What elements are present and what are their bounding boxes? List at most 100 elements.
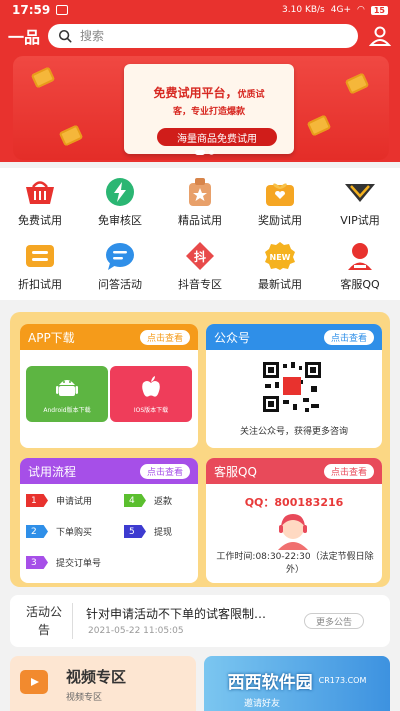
category-qa[interactable]: 问答活动 [80, 232, 160, 296]
battery-indicator: 15 [370, 5, 388, 15]
card-header: 试用流程 点击查看 [20, 458, 198, 484]
category-label: 免审核区 [98, 214, 142, 227]
process-step: 1 申请试用 [26, 494, 92, 507]
pagination-dot-active [195, 150, 205, 155]
category-premium[interactable]: 精品试用 [160, 168, 240, 232]
view-more-button[interactable]: 点击查看 [323, 463, 374, 479]
gift-icon [262, 176, 298, 208]
status-bar: 17:59 3.10 KB/s 4G+ ◠ 15 [0, 0, 400, 20]
category-free-trial[interactable]: 免费试用 [0, 168, 80, 232]
basket-icon [22, 176, 58, 208]
category-label: 奖励试用 [258, 214, 302, 227]
banner-title: 免费试用平台，优质试 [153, 86, 265, 100]
feature-panel: APP下载 点击查看 Android版本下载 IOS版本下载 公众号 点击查看 [10, 312, 390, 587]
status-indicators: 3.10 KB/s 4G+ ◠ 15 [282, 5, 388, 15]
category-reward[interactable]: 奖励试用 [240, 168, 320, 232]
announcement-bar: 活动公告 针对申请活动不下单的试客限制… 2021-05-22 11:05:05… [10, 595, 390, 647]
svg-text:抖: 抖 [194, 249, 206, 264]
android-label: Android版本下载 [43, 406, 91, 414]
category-grid: 免费试用 免审核区 精品试用 奖励试用 VIP试用 折扣试用 问答活动 抖 抖音… [0, 168, 400, 300]
process-step: 5 提现 [124, 525, 172, 538]
svg-text:NEW: NEW [270, 253, 291, 262]
category-label: 精品试用 [178, 214, 222, 227]
category-newest[interactable]: NEW 最新试用 [240, 232, 320, 296]
watermark-subtext: CR173.COM [318, 675, 367, 685]
coin-icon [306, 114, 332, 137]
watermark: 西西软件园 CR173.COM [204, 660, 390, 700]
category-discount[interactable]: 折扣试用 [0, 232, 80, 296]
new-badge-icon: NEW [262, 240, 298, 272]
category-no-review[interactable]: 免审核区 [80, 168, 160, 232]
signal-indicator: 4G+ [330, 5, 351, 15]
search-bar[interactable] [48, 24, 358, 48]
network-speed: 3.10 KB/s [282, 5, 325, 15]
view-more-button[interactable]: 点击查看 [139, 329, 190, 345]
qq-number[interactable]: QQ：800183216 [206, 494, 382, 510]
promo-banner[interactable]: 免费试用平台，优质试 客，专业打造爆款 海量商品免费试用 [13, 56, 389, 160]
android-download-button[interactable]: Android版本下载 [26, 366, 108, 422]
agent-icon [342, 240, 378, 272]
douyin-icon: 抖 [182, 240, 218, 272]
watermark-text: 西西软件园 [227, 672, 313, 693]
card-header: APP下载 点击查看 [20, 324, 198, 350]
video-zone-title: 视频专区 [66, 668, 127, 686]
status-time: 17:59 [12, 3, 51, 17]
ios-label: IOS版本下载 [133, 406, 169, 414]
star-bag-icon [182, 176, 218, 208]
coin-icon [344, 72, 370, 95]
banner-pagination [195, 150, 214, 155]
qr-code [261, 360, 323, 414]
category-service-qq[interactable]: 客服QQ [320, 232, 400, 296]
video-zone-card[interactable]: 视频专区 视频专区 [10, 656, 196, 711]
card-title: APP下载 [28, 330, 75, 345]
banner-subtitle: 客，专业打造爆款 [172, 107, 245, 117]
announcement-date: 2021-05-22 11:05:05 [88, 626, 184, 636]
coin-icon [30, 66, 56, 89]
search-icon [58, 29, 72, 43]
view-more-button[interactable]: 点击查看 [139, 463, 190, 479]
app-download-card: APP下载 点击查看 Android版本下载 IOS版本下载 [20, 324, 198, 448]
ios-download-button[interactable]: IOS版本下载 [110, 366, 192, 422]
chat-icon [102, 240, 138, 272]
card-title: 公众号 [214, 330, 251, 345]
category-label: 客服QQ [340, 278, 380, 291]
apple-icon [142, 375, 160, 397]
android-icon [56, 379, 78, 396]
category-label: 问答活动 [98, 278, 142, 291]
process-step: 3 提交订单号 [26, 556, 101, 569]
coin-icon [58, 124, 84, 147]
category-label: 抖音专区 [178, 278, 222, 291]
app-logo[interactable]: 一品 [8, 24, 48, 48]
wechat-caption: 关注公众号，获得更多咨询 [239, 427, 348, 437]
ticket-icon [22, 240, 58, 272]
category-vip[interactable]: VIP试用 [320, 168, 400, 232]
service-hours: 工作时间:08:30-22:30（法定节假日除外） [216, 552, 374, 575]
card-title: 试用流程 [28, 464, 77, 479]
wechat-card: 公众号 点击查看 关注公众号，获得更多咨询 [206, 324, 382, 448]
card-header: 公众号 点击查看 [206, 324, 382, 350]
top-header: 一品 [0, 20, 400, 52]
announcement-text[interactable]: 针对申请活动不下单的试客限制… [86, 605, 306, 622]
video-icon [20, 670, 48, 694]
notification-icon [56, 5, 69, 15]
lightning-icon [102, 176, 138, 208]
category-douyin[interactable]: 抖 抖音专区 [160, 232, 240, 296]
divider [72, 603, 73, 639]
service-qq-card: 客服QQ 点击查看 QQ：800183216 工作时间:08:30-22:30（… [206, 458, 382, 583]
pagination-dot [209, 150, 214, 155]
video-zone-subtitle: 视频专区 [66, 693, 103, 703]
category-label: 折扣试用 [18, 278, 62, 291]
view-more-button[interactable]: 点击查看 [323, 329, 374, 345]
category-label: 最新试用 [258, 278, 302, 291]
user-profile-icon[interactable] [368, 24, 392, 48]
diamond-icon [342, 176, 378, 208]
category-label: VIP试用 [340, 214, 380, 227]
card-title: 客服QQ [214, 464, 257, 479]
search-input[interactable] [80, 29, 300, 43]
more-announcements-button[interactable]: 更多公告 [304, 613, 364, 629]
banner-button[interactable]: 海量商品免费试用 [157, 128, 277, 146]
announcement-label: 活动公告 [25, 605, 62, 637]
trial-process-card: 试用流程 点击查看 1 申请试用 2 下单购买 3 提交订单号 4 返款 5 提现 [20, 458, 198, 583]
wifi-icon: ◠ [357, 5, 365, 15]
process-step: 4 返款 [124, 494, 172, 507]
